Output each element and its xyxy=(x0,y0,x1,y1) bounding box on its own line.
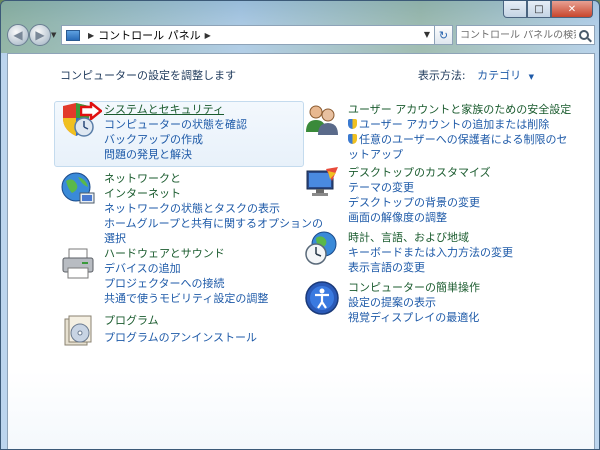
link-homegroup-options-cont[interactable]: 選択 xyxy=(104,231,323,246)
control-panel-content: コンピューターの設定を調整します 表示方法: カテゴリ ▼ システムとセキュリテ… xyxy=(7,53,595,449)
back-button[interactable]: ◀ xyxy=(7,24,29,46)
category-title-programs[interactable]: プログラム xyxy=(104,313,159,328)
red-arrow-icon xyxy=(80,102,102,120)
forward-arrow-icon: ▶ xyxy=(35,28,45,42)
search-icon[interactable] xyxy=(579,30,589,40)
link-connect-projector[interactable]: プロジェクターへの接続 xyxy=(104,276,268,291)
category-links: コンピューターの状態を確認 バックアップの作成 問題の発見と解決 xyxy=(104,117,247,162)
view-by-dropdown[interactable]: カテゴリ xyxy=(477,69,521,82)
category-links: ネットワークの状態とタスクの表示 ホームグループと共有に関するオプションの 選択 xyxy=(104,201,323,246)
recent-pages-dropdown-icon[interactable]: ▼ xyxy=(51,31,56,39)
forward-button[interactable]: ▶ xyxy=(29,24,51,46)
breadcrumb-chevron-icon[interactable]: ▶ xyxy=(205,31,211,40)
link-change-display-language[interactable]: 表示言語の変更 xyxy=(348,260,513,275)
program-box-icon xyxy=(64,315,92,346)
address-bar[interactable]: ▶ コントロール パネル ▶ ▼ xyxy=(61,25,435,45)
category-title-clock-language[interactable]: 時計、言語、および地域 xyxy=(348,230,469,245)
link-add-remove-accounts-text[interactable]: ユーザー アカウントの追加または削除 xyxy=(359,118,549,131)
category-title-hardware-sound[interactable]: ハードウェアとサウンド xyxy=(104,246,225,261)
link-parental-controls[interactable]: 任意のユーザーへの保護者による制限のセ xyxy=(348,132,567,147)
category-title-network-line1[interactable]: ネットワークと xyxy=(104,172,181,185)
category-links: プログラムのアンインストール xyxy=(104,330,257,345)
category-links: デバイスの追加 プロジェクターへの接続 共通で使うモビリティ設定の調整 xyxy=(104,261,268,306)
search-box xyxy=(456,25,595,45)
chevron-down-icon[interactable]: ▼ xyxy=(529,73,534,81)
control-panel-icon xyxy=(66,29,80,41)
explorer-window: — □ ✕ ◀ ▶ ▼ ▶ コントロール パネル ▶ ▼ ↻ コンピューターの設… xyxy=(0,0,600,450)
uac-shield-icon xyxy=(348,119,357,129)
link-create-backup[interactable]: バックアップの作成 xyxy=(104,132,247,147)
breadcrumb-chevron-icon[interactable]: ▶ xyxy=(88,31,94,40)
address-dropdown-icon[interactable]: ▼ xyxy=(424,30,430,39)
link-homegroup-options[interactable]: ホームグループと共有に関するオプションの xyxy=(104,216,323,231)
link-change-background[interactable]: デスクトップの背景の変更 xyxy=(348,195,480,210)
breadcrumb-control-panel[interactable]: コントロール パネル xyxy=(98,27,201,43)
printer-icon xyxy=(62,248,94,279)
link-network-status[interactable]: ネットワークの状態とタスクの表示 xyxy=(104,201,323,216)
link-check-status[interactable]: コンピューターの状態を確認 xyxy=(104,117,247,132)
category-title-appearance[interactable]: デスクトップのカスタマイズ xyxy=(348,165,491,180)
category-links: キーボードまたは入力方法の変更 表示言語の変更 xyxy=(348,245,513,275)
view-by-label: 表示方法: xyxy=(417,69,466,82)
category-title-network[interactable]: ネットワークと インターネット xyxy=(104,171,181,201)
refresh-button[interactable]: ↻ xyxy=(435,25,453,45)
monitor-paint-icon xyxy=(306,167,338,196)
category-links: ユーザー アカウントの追加または削除 任意のユーザーへの保護者による制限のセ ッ… xyxy=(348,117,567,162)
category-title-network-line2[interactable]: インターネット xyxy=(104,187,181,200)
category-title-ease-of-access[interactable]: コンピューターの簡単操作 xyxy=(348,280,480,295)
maximize-button[interactable]: □ xyxy=(527,1,551,18)
category-title-system-security[interactable]: システムとセキュリティ xyxy=(104,102,224,117)
refresh-icon: ↻ xyxy=(438,28,449,42)
minimize-button[interactable]: — xyxy=(503,1,527,18)
category-links: 設定の提案の表示 視覚ディスプレイの最適化 xyxy=(348,295,479,325)
link-mobility-settings[interactable]: 共通で使うモビリティ設定の調整 xyxy=(104,291,268,306)
link-troubleshoot[interactable]: 問題の発見と解決 xyxy=(104,147,247,162)
view-by: 表示方法: カテゴリ ▼ xyxy=(418,67,534,83)
link-change-theme[interactable]: テーマの変更 xyxy=(348,180,480,195)
link-parental-controls-cont[interactable]: ットアップ xyxy=(348,147,567,162)
link-suggested-settings[interactable]: 設定の提案の表示 xyxy=(348,295,479,310)
link-optimize-visual-display[interactable]: 視覚ディスプレイの最適化 xyxy=(348,310,479,325)
page-title: コンピューターの設定を調整します xyxy=(60,69,236,82)
search-input[interactable] xyxy=(457,29,579,41)
ease-of-access-icon xyxy=(305,281,339,315)
uac-shield-icon xyxy=(348,134,357,144)
network-globe-icon xyxy=(61,172,95,204)
category-title-user-accounts[interactable]: ユーザー アカウントと家族のための安全設定 xyxy=(348,102,571,117)
link-parental-controls-text[interactable]: 任意のユーザーへの保護者による制限のセ xyxy=(359,133,567,146)
users-icon xyxy=(306,105,338,135)
navigation-bar: ◀ ▶ ▼ ▶ コントロール パネル ▶ ▼ ↻ xyxy=(5,23,597,49)
category-links: テーマの変更 デスクトップの背景の変更 画面の解像度の調整 xyxy=(348,180,480,225)
link-adjust-resolution[interactable]: 画面の解像度の調整 xyxy=(348,210,480,225)
clock-globe-icon xyxy=(305,231,337,265)
link-add-remove-accounts[interactable]: ユーザー アカウントの追加または削除 xyxy=(348,117,567,132)
link-uninstall-program[interactable]: プログラムのアンインストール xyxy=(104,330,257,345)
close-button[interactable]: ✕ xyxy=(551,1,593,18)
link-add-device[interactable]: デバイスの追加 xyxy=(104,261,268,276)
link-change-keyboard[interactable]: キーボードまたは入力方法の変更 xyxy=(348,245,513,260)
back-arrow-icon: ◀ xyxy=(13,28,23,42)
caption-buttons: — □ ✕ xyxy=(503,1,593,18)
